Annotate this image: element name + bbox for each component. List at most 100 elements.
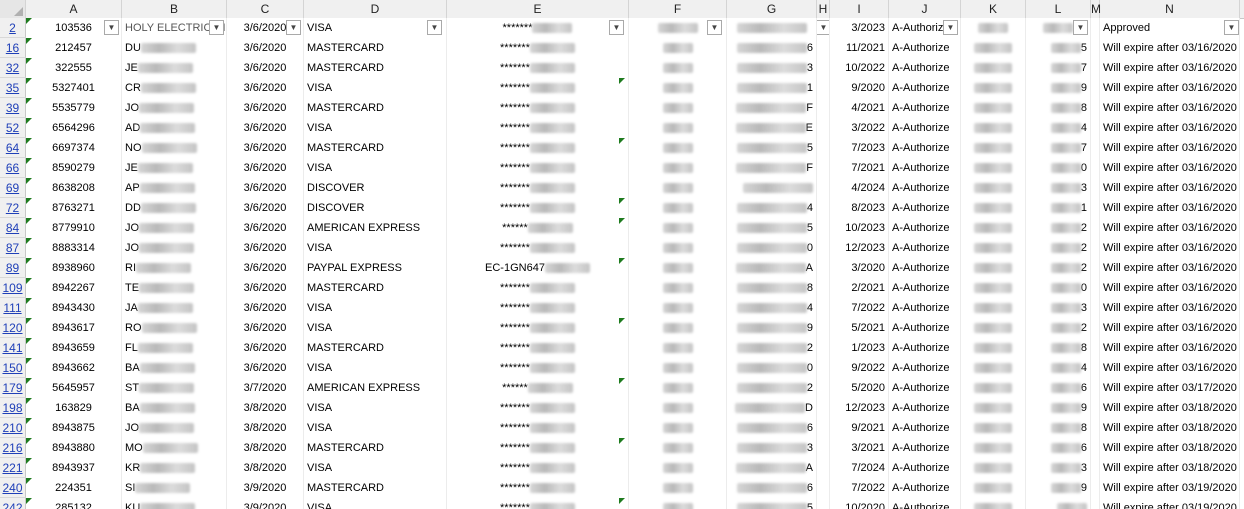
row-number[interactable]: 72 [0, 198, 26, 218]
cell-name[interactable]: AP [122, 178, 227, 198]
cell-customer-id[interactable]: 8590279 [26, 158, 122, 178]
cell-l[interactable]: 8 [1026, 418, 1091, 438]
cell-m[interactable] [1091, 298, 1100, 318]
cell-b[interactable]: HOLY ELECTRIC INC ▼ [122, 18, 227, 38]
cell-name[interactable]: BA [122, 358, 227, 378]
cell-h[interactable] [817, 438, 830, 458]
cell-name[interactable]: DD [122, 198, 227, 218]
dropdown-arrow-icon[interactable]: ▼ [707, 20, 722, 35]
cell-l[interactable]: 0 [1026, 278, 1091, 298]
cell-g[interactable] [727, 178, 817, 198]
cell-expiration[interactable]: 10/2023 [830, 218, 889, 238]
cell-card-type[interactable]: MASTERCARD [304, 58, 447, 78]
dropdown-arrow-icon[interactable]: ▼ [286, 20, 301, 35]
cell-m[interactable] [1091, 498, 1100, 509]
cell-date[interactable]: 3/8/2020 [227, 398, 304, 418]
cell-g[interactable]: A [727, 258, 817, 278]
cell-card-type[interactable]: VISA [304, 158, 447, 178]
cell-f[interactable] [629, 38, 727, 58]
cell-card-type[interactable]: VISA [304, 298, 447, 318]
cell-card-type[interactable]: VISA [304, 358, 447, 378]
cell-auth[interactable]: A-Authorize [889, 98, 961, 118]
cell-f[interactable] [629, 318, 727, 338]
row-number[interactable]: 210 [0, 418, 26, 438]
cell-l[interactable]: 6 [1026, 438, 1091, 458]
cell-name[interactable]: KR [122, 458, 227, 478]
cell-expiration[interactable]: 9/2021 [830, 418, 889, 438]
cell-auth[interactable]: A-Authorize [889, 298, 961, 318]
cell-card-number[interactable]: ****** [447, 378, 629, 398]
dropdown-arrow-icon[interactable]: ▼ [943, 20, 958, 35]
row-number[interactable]: 240 [0, 478, 26, 498]
cell-l[interactable]: 8 [1026, 98, 1091, 118]
row-number[interactable]: 111 [0, 298, 26, 318]
cell-k[interactable] [961, 18, 1026, 38]
cell-g[interactable]: 5 [727, 138, 817, 158]
cell-card-type[interactable]: VISA [304, 418, 447, 438]
cell-h[interactable] [817, 98, 830, 118]
cell-f[interactable] [629, 338, 727, 358]
column-header-j[interactable]: J [889, 0, 961, 18]
cell-f[interactable] [629, 498, 727, 509]
row-number[interactable]: 120 [0, 318, 26, 338]
cell-g[interactable]: 3 [727, 58, 817, 78]
cell-m[interactable] [1091, 58, 1100, 78]
cell-g[interactable]: D [727, 398, 817, 418]
cell-date[interactable]: 3/9/2020 [227, 478, 304, 498]
row-number[interactable]: 35 [0, 78, 26, 98]
cell-f[interactable] [629, 158, 727, 178]
cell-f[interactable] [629, 398, 727, 418]
cell-card-number[interactable]: ******* [447, 498, 629, 509]
row-number[interactable]: 87 [0, 238, 26, 258]
cell-h[interactable] [817, 258, 830, 278]
cell-note[interactable]: Will expire after 03/16/2020 [1100, 278, 1240, 298]
cell-m[interactable] [1091, 158, 1100, 178]
cell-f[interactable] [629, 178, 727, 198]
cell-auth[interactable]: A-Authorize [889, 398, 961, 418]
cell-card-number[interactable]: ******* [447, 278, 629, 298]
cell-note[interactable]: Will expire after 03/16/2020 [1100, 78, 1240, 98]
row-number[interactable]: 179 [0, 378, 26, 398]
cell-g[interactable]: 4 [727, 298, 817, 318]
cell-m[interactable] [1091, 378, 1100, 398]
cell-card-number[interactable]: ******* [447, 298, 629, 318]
cell-m[interactable] [1091, 278, 1100, 298]
cell-auth[interactable]: A-Authorize [889, 418, 961, 438]
cell-card-number[interactable]: ******* [447, 158, 629, 178]
cell-auth[interactable]: A-Authorize [889, 58, 961, 78]
cell-h[interactable] [817, 198, 830, 218]
cell-g[interactable]: 6 [727, 38, 817, 58]
cell-m[interactable] [1091, 218, 1100, 238]
cell-auth[interactable]: A-Authorize [889, 38, 961, 58]
cell-customer-id[interactable]: 163829 [26, 398, 122, 418]
cell-h[interactable] [817, 78, 830, 98]
cell-note[interactable]: Will expire after 03/18/2020 [1100, 398, 1240, 418]
row-number[interactable]: 242 [0, 498, 26, 509]
cell-date[interactable]: 3/9/2020 [227, 498, 304, 509]
cell-card-number[interactable]: ****** [447, 218, 629, 238]
cell-card-number[interactable]: ******* [447, 78, 629, 98]
cell-card-number[interactable]: ******* [447, 398, 629, 418]
cell-l[interactable]: 7 [1026, 138, 1091, 158]
cell-card-type[interactable]: VISA [304, 458, 447, 478]
cell-name[interactable]: KU [122, 498, 227, 509]
cell-k[interactable] [961, 478, 1026, 498]
cell-date[interactable]: 3/6/2020 [227, 258, 304, 278]
cell-expiration[interactable]: 8/2023 [830, 198, 889, 218]
cell-k[interactable] [961, 338, 1026, 358]
cell-card-number[interactable]: ******* [447, 438, 629, 458]
cell-l[interactable]: 9 [1026, 398, 1091, 418]
cell-c[interactable]: 3/6/2020 ▼ [227, 18, 304, 38]
cell-g[interactable]: 2 [727, 378, 817, 398]
cell-f[interactable] [629, 278, 727, 298]
cell-date[interactable]: 3/8/2020 [227, 438, 304, 458]
cell-k[interactable] [961, 458, 1026, 478]
cell-customer-id[interactable]: 8938960 [26, 258, 122, 278]
cell-customer-id[interactable]: 8779910 [26, 218, 122, 238]
cell-m[interactable] [1091, 438, 1100, 458]
cell-card-type[interactable]: MASTERCARD [304, 138, 447, 158]
cell-name[interactable]: JE [122, 58, 227, 78]
cell-l[interactable] [1026, 498, 1091, 509]
cell-h[interactable] [817, 358, 830, 378]
cell-expiration[interactable]: 7/2024 [830, 458, 889, 478]
